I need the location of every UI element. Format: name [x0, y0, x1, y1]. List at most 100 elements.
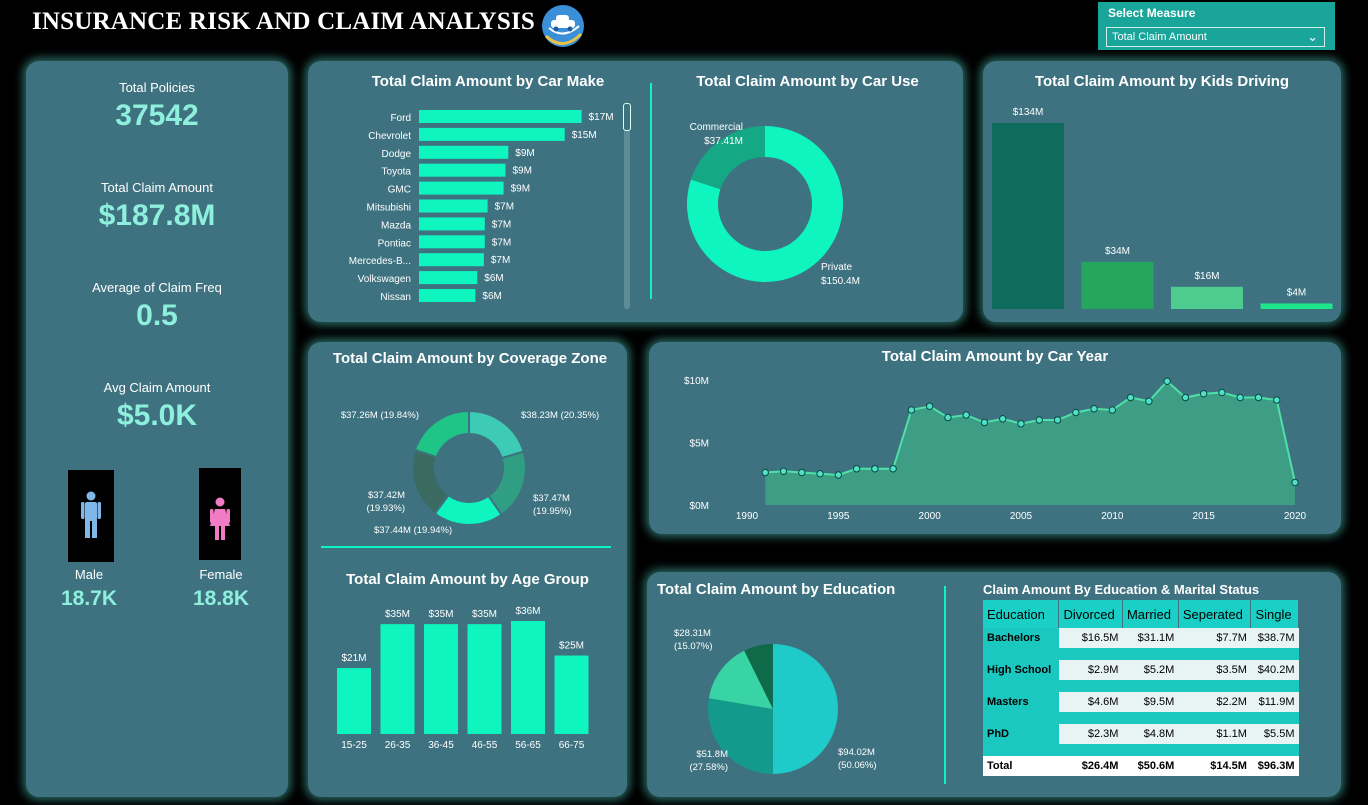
table-spacer — [983, 648, 1299, 660]
select-measure-label: Select Measure — [1108, 6, 1196, 20]
kids-value-label: $16M — [1194, 271, 1219, 282]
zone-age-panel: Total Claim Amount by Coverage Zone $38.… — [308, 342, 627, 797]
table-cell: Bachelors — [983, 628, 1059, 648]
use-label-name: Commercial — [690, 122, 743, 133]
year-point — [779, 467, 788, 475]
year-ytick-label: $0M — [690, 501, 709, 512]
age-bar-chart: $21M 15-25 $35M 26-35 $35M 36-45 $35M 46-55 $36M… — [337, 606, 589, 751]
year-point — [962, 411, 970, 419]
year-point — [1017, 420, 1025, 428]
col-single[interactable]: Single — [1250, 600, 1299, 628]
make-category-label: Dodge — [382, 149, 412, 160]
year-point — [761, 468, 769, 477]
table-cell: $14.5M — [1178, 756, 1251, 776]
age-value-label: $35M — [472, 609, 497, 620]
table-cell: Masters — [983, 692, 1059, 712]
table-row: High School $2.9M $5.2M $3.5M $40.2M — [983, 660, 1299, 680]
age-category-label: 15-25 — [341, 740, 367, 751]
make-category-label: Ford — [390, 113, 411, 124]
year-xtick-label: 1990 — [736, 511, 759, 522]
year-point — [889, 465, 897, 473]
measure-dropdown[interactable]: Total Claim Amount ⌄ — [1106, 27, 1325, 47]
table-cell: $2.9M — [1058, 660, 1123, 680]
col-seperated[interactable]: Seperated — [1178, 600, 1252, 628]
edu-percent-label: (50.06%) — [838, 760, 877, 771]
edu-percent-label: (27.58%) — [689, 762, 728, 773]
zone-value-label: $37.44M (19.94%) — [374, 525, 452, 536]
year-point — [1181, 393, 1190, 402]
col-divorced[interactable]: Divorced — [1058, 600, 1123, 628]
table-spacer — [983, 680, 1299, 692]
table-cell: $2.3M — [1058, 724, 1123, 744]
year-point — [1145, 397, 1153, 405]
kids-value-label: $34M — [1105, 246, 1130, 257]
zone-percent-label: (19.95%) — [533, 506, 572, 517]
year-point — [1108, 406, 1117, 414]
section-divider — [321, 546, 611, 548]
year-point — [1218, 388, 1226, 397]
table-cell: $5.5M — [1250, 724, 1299, 744]
dashboard-title: INSURANCE RISK AND CLAIM ANALYSIS — [32, 8, 536, 35]
year-point — [1273, 396, 1281, 404]
table-cell: $50.6M — [1122, 756, 1179, 776]
chevron-down-icon[interactable]: ⌄ — [1307, 29, 1318, 45]
col-education[interactable]: Education — [983, 600, 1060, 628]
make-value-label: $9M — [515, 148, 534, 159]
zone-value-label: $37.42M — [368, 490, 405, 501]
age-value-label: $21M — [341, 653, 366, 664]
year-point — [834, 471, 843, 479]
year-area-chart: $0M $5M $10M 1990 1995 2000 2005 2010 2015 2020 — [684, 376, 1307, 522]
zone-value-label: $37.26M (19.84%) — [341, 410, 419, 421]
edu-percent-label: (15.07%) — [674, 641, 713, 652]
table-cell: $96.3M — [1250, 756, 1299, 776]
male-label: Male — [74, 567, 104, 582]
make-bar — [419, 253, 484, 267]
make-bar — [419, 217, 485, 231]
zone-percent-label: (19.93%) — [366, 503, 405, 514]
table-cell: $4.6M — [1058, 692, 1123, 712]
select-measure-slicer[interactable]: Select Measure Total Claim Amount ⌄ — [1098, 2, 1335, 50]
make-category-label: Mercedes-B... — [349, 256, 411, 267]
edu-divider — [944, 586, 946, 784]
year-point — [1090, 405, 1098, 413]
edu-value-label: $51.8M — [696, 749, 728, 760]
make-category-label: Toyota — [382, 167, 412, 178]
col-married[interactable]: Married — [1122, 600, 1179, 628]
claim-freq-value: 0.5 — [136, 299, 178, 332]
age-bar — [467, 624, 502, 734]
make-value-label: $6M — [482, 291, 501, 302]
edu-marital-table: Education Divorced Married Seperated Sin… — [983, 600, 1299, 776]
age-category-label: 66-75 — [559, 740, 585, 751]
year-point — [816, 470, 824, 478]
make-value-label: $9M — [512, 166, 531, 177]
kids-bar — [992, 123, 1064, 309]
year-area — [765, 381, 1295, 505]
female-value: 18.8K — [192, 587, 250, 610]
make-chart-title: Total Claim Amount by Car Make — [371, 73, 605, 90]
year-xtick-label: 2015 — [1193, 511, 1216, 522]
use-label-value: $37.41M — [704, 136, 743, 147]
age-bar — [554, 655, 589, 734]
make-category-label: Mazda — [381, 220, 411, 231]
edu-table-title: Claim Amount By Education & Marital Stat… — [983, 582, 1260, 597]
make-scrollbar-thumb[interactable] — [623, 103, 631, 131]
year-point — [925, 402, 934, 410]
age-category-label: 56-65 — [515, 740, 541, 751]
age-value-label: $36M — [515, 606, 540, 617]
use-label-value: $150.4M — [821, 276, 860, 287]
year-point — [1126, 393, 1135, 402]
male-icon — [81, 491, 101, 538]
make-scrollbar[interactable] — [623, 103, 631, 309]
make-category-label: Mitsubishi — [367, 203, 411, 214]
make-category-label: Nissan — [380, 292, 411, 303]
table-cell: $11.9M — [1250, 692, 1299, 712]
make-category-label: Chevrolet — [368, 131, 411, 142]
age-bar — [424, 624, 458, 734]
year-point — [852, 465, 861, 473]
age-bar — [511, 621, 545, 734]
avg-claim-label: Avg Claim Amount — [103, 380, 211, 395]
kids-bar — [1171, 286, 1243, 309]
age-bar — [380, 624, 415, 734]
table-cell: $38.7M — [1250, 628, 1299, 648]
age-value-label: $35M — [428, 609, 453, 620]
